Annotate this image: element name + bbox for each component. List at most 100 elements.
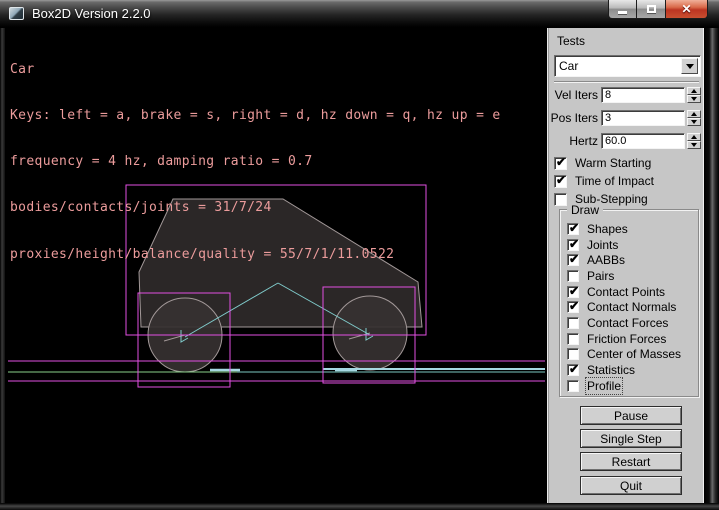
pos-iters-spin-down-button[interactable]	[687, 118, 701, 126]
sub-stepping-checkbox[interactable]	[554, 193, 567, 206]
check-icon: ✔	[569, 253, 579, 266]
check-icon: ✔	[556, 156, 566, 169]
shapes-checkbox[interactable]: ✔	[567, 223, 579, 235]
pos-iters-spin-up-button[interactable]	[687, 110, 701, 118]
time-of-impact-label: Time of Impact	[575, 174, 654, 188]
contact-normals-checkbox[interactable]: ✔	[567, 301, 579, 313]
shapes-label: Shapes	[587, 222, 628, 236]
contact-group	[210, 369, 545, 370]
quit-button-label: Quit	[620, 479, 642, 493]
checkbox-statistics[interactable]: ✔ Statistics	[560, 362, 698, 378]
arrow-down-icon	[691, 120, 697, 124]
maximize-button[interactable]	[637, 0, 666, 19]
hertz-spin-up-button[interactable]	[687, 133, 701, 141]
hertz-input[interactable]: 60.0	[601, 133, 685, 149]
vel-iters-value: 8	[605, 89, 611, 101]
app-icon	[9, 7, 24, 20]
hertz-label: Hertz	[548, 134, 598, 148]
separator	[554, 81, 699, 83]
overlay-line-title: Car	[10, 62, 501, 77]
time-of-impact-checkbox[interactable]: ✔	[554, 175, 567, 188]
hertz-row: Hertz 60.0	[548, 133, 705, 149]
pairs-label: Pairs	[587, 269, 614, 283]
simulation-canvas[interactable]: Car Keys: left = a, brake = s, right = d…	[5, 28, 547, 503]
restart-button[interactable]: Restart	[580, 452, 682, 471]
arrow-up-icon	[691, 135, 697, 139]
title-bar[interactable]: Box2D Version 2.2.0 ✕	[0, 0, 719, 28]
control-panel: Tests Car Vel Iters 8 Pos Iters 3	[547, 28, 704, 503]
pos-iters-spinner	[687, 110, 701, 126]
checkbox-contact-forces[interactable]: Contact Forces	[560, 315, 698, 331]
hertz-spin-down-button[interactable]	[687, 141, 701, 149]
minimize-icon	[618, 11, 627, 14]
vel-iters-input[interactable]: 8	[601, 87, 685, 103]
check-icon: ✔	[569, 300, 579, 313]
check-icon: ✔	[569, 285, 579, 298]
minimize-button[interactable]	[608, 0, 637, 19]
tests-dropdown-button[interactable]	[681, 58, 698, 74]
vel-iters-label: Vel Iters	[548, 88, 598, 102]
draw-group-legend: Draw	[567, 203, 603, 217]
pos-iters-label: Pos Iters	[548, 111, 598, 125]
overlay-line-keys: Keys: left = a, brake = s, right = d, hz…	[10, 108, 501, 123]
vel-iters-spinner	[687, 87, 701, 103]
single-step-button[interactable]: Single Step	[580, 429, 682, 448]
checkbox-pairs[interactable]: Pairs	[560, 268, 698, 284]
check-icon: ✔	[569, 238, 579, 251]
close-icon: ✕	[681, 3, 691, 15]
checkbox-profile[interactable]: Profile	[560, 378, 698, 394]
checkbox-aabbs[interactable]: ✔ AABBs	[560, 252, 698, 268]
aabbs-checkbox[interactable]: ✔	[567, 254, 579, 266]
checkbox-contact-points[interactable]: ✔ Contact Points	[560, 284, 698, 300]
center-of-masses-label: Center of Masses	[587, 347, 681, 361]
window-frame-bottom	[0, 503, 719, 510]
chevron-down-icon	[686, 64, 694, 69]
contact-points-label: Contact Points	[587, 285, 665, 299]
close-button[interactable]: ✕	[666, 0, 708, 19]
checkbox-shapes[interactable]: ✔ Shapes	[560, 221, 698, 237]
checkbox-warm-starting[interactable]: ✔ Warm Starting	[554, 156, 651, 170]
pause-button-label: Pause	[614, 409, 648, 423]
window-title: Box2D Version 2.2.0	[32, 6, 151, 21]
pause-button[interactable]: Pause	[580, 406, 682, 425]
checkbox-friction-forces[interactable]: Friction Forces	[560, 331, 698, 347]
hertz-value: 60.0	[605, 135, 626, 147]
vel-iters-row: Vel Iters 8	[548, 87, 705, 103]
overlay-line-proxies: proxies/height/balance/quality = 55/7/1/…	[10, 247, 501, 262]
single-step-button-label: Single Step	[600, 432, 661, 446]
center-of-masses-checkbox[interactable]	[567, 348, 579, 360]
tests-dropdown[interactable]: Car	[554, 55, 701, 77]
quit-button[interactable]: Quit	[580, 476, 682, 495]
vel-iters-spin-up-button[interactable]	[687, 87, 701, 95]
tests-dropdown-value: Car	[559, 59, 578, 73]
checkbox-joints[interactable]: ✔ Joints	[560, 237, 698, 253]
friction-forces-label: Friction Forces	[587, 332, 666, 346]
friction-forces-checkbox[interactable]	[567, 333, 579, 345]
window-frame-left	[0, 28, 5, 510]
profile-checkbox[interactable]	[567, 380, 579, 392]
contact-normals-label: Contact Normals	[587, 300, 676, 314]
maximize-icon	[647, 5, 656, 13]
pairs-checkbox[interactable]	[567, 270, 579, 282]
aabbs-label: AABBs	[587, 253, 625, 267]
joints-label: Joints	[587, 238, 618, 252]
joints-checkbox[interactable]: ✔	[567, 239, 579, 251]
contact-forces-label: Contact Forces	[587, 316, 668, 330]
app-window: Box2D Version 2.2.0 ✕	[0, 0, 719, 510]
vel-iters-spin-down-button[interactable]	[687, 95, 701, 103]
contact-forces-checkbox[interactable]	[567, 317, 579, 329]
contact-points-checkbox[interactable]: ✔	[567, 286, 579, 298]
pos-iters-input[interactable]: 3	[601, 110, 685, 126]
hertz-spinner	[687, 133, 701, 149]
tests-label: Tests	[557, 34, 585, 48]
warm-starting-checkbox[interactable]: ✔	[554, 157, 567, 170]
arrow-down-icon	[691, 143, 697, 147]
check-icon: ✔	[556, 174, 566, 187]
checkbox-time-of-impact[interactable]: ✔ Time of Impact	[554, 174, 654, 188]
statistics-checkbox[interactable]: ✔	[567, 364, 579, 376]
draw-group: Draw ✔ Shapes ✔ Joints ✔ AABBs Pairs	[559, 209, 699, 397]
pos-iters-row: Pos Iters 3	[548, 110, 705, 126]
checkbox-center-of-masses[interactable]: Center of Masses	[560, 347, 698, 363]
arrow-down-icon	[691, 97, 697, 101]
checkbox-contact-normals[interactable]: ✔ Contact Normals	[560, 299, 698, 315]
